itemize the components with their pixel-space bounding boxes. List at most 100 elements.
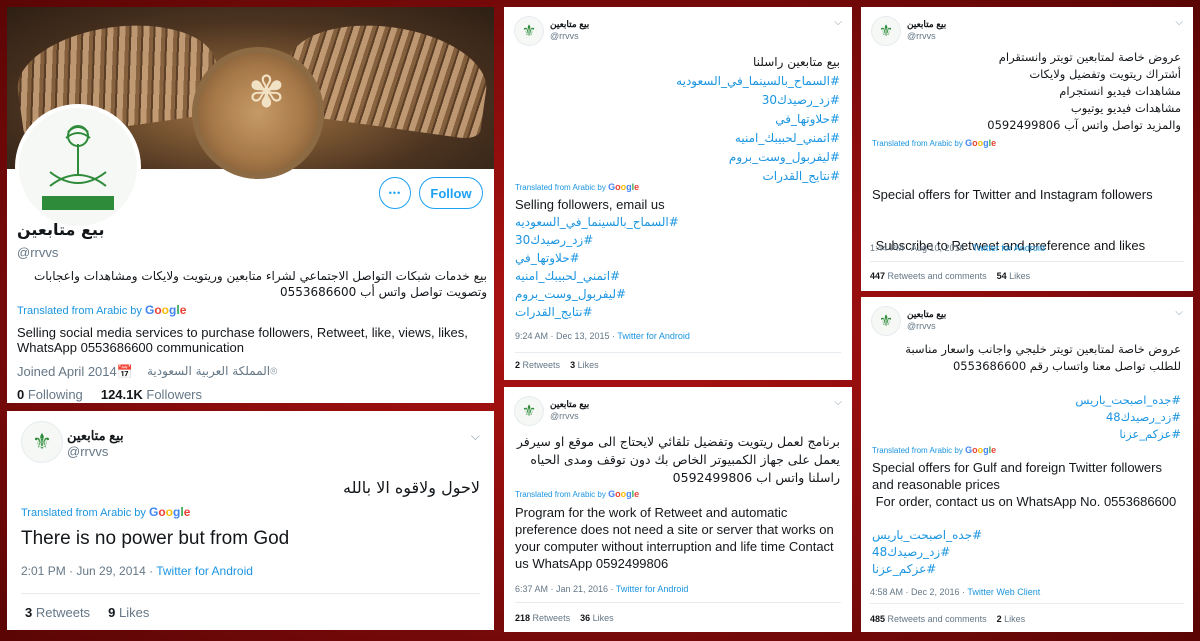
tweet-author-name[interactable]: بيع متابعين (67, 428, 124, 444)
tweet-author-handle[interactable]: @rrvvs (907, 321, 936, 331)
tweet-text-arabic: عروض خاصة لمتابعين تويتر وانستقرام أشترا… (987, 50, 1181, 132)
profile-card: ✾ ••• Follow بيع متابعين @rrvvs بيع خدما… (7, 7, 494, 403)
tweet-card: ⚜ بيع متابعين @rrvvs ⌵ عروض خاصة لمتابعي… (861, 297, 1193, 632)
chevron-down-icon[interactable]: ⌵ (1175, 17, 1183, 28)
tweet-text-arabic: بيع متابعين راسلنا #السماح_بالسينما_في_ا… (676, 53, 840, 186)
tweet-author-handle[interactable]: @rrvvs (907, 31, 936, 41)
hashtag-link[interactable]: #نتايج_القدرات (515, 303, 679, 321)
avatar[interactable]: ⚜ (871, 16, 901, 46)
following-link[interactable]: 0 Following (17, 387, 83, 402)
tweet-card: ⚜ بيع متابعين @rrvvs ⌵ برنامج لعمل ريتوي… (504, 387, 852, 632)
chevron-down-icon[interactable]: ⌵ (834, 17, 842, 28)
saudi-emblem-icon: ⚜ (878, 23, 894, 40)
divider (21, 593, 480, 594)
translation-attribution[interactable]: Translated from Arabic by Google (515, 489, 639, 499)
hashtag-link[interactable]: #زد_رصيدك48 (905, 409, 1181, 426)
tweet-stats: 3 Retweets 9 Likes (25, 605, 149, 620)
tweet-author-handle[interactable]: @rrvvs (67, 444, 108, 459)
google-logo: Google (608, 182, 640, 192)
location: المملكة العربية السعودية⌾ (147, 364, 278, 378)
hashtag-link[interactable]: #جده_اصبحت_باريس (905, 392, 1181, 409)
translation-attribution[interactable]: Translated from Arabic by Google (17, 303, 186, 317)
tweet-author-name[interactable]: بيع متابعين (550, 399, 589, 410)
hashtag-link[interactable]: #اتمني_لحبيبك_امنيه (676, 129, 840, 148)
tweet-source-link[interactable]: Twitter Web Client (967, 587, 1040, 597)
tweet-text-english: Selling followers, email us #السماح_بالس… (515, 197, 679, 321)
hashtag-link[interactable]: #حلاوتها_في (515, 249, 679, 267)
tweet-text-english: There is no power but from God (21, 528, 290, 549)
chevron-down-icon[interactable]: ⌵ (1175, 307, 1183, 318)
hashtag-link[interactable]: #زد_رصيدك30 (676, 91, 840, 110)
profile-display-name: بيع متابعين (17, 220, 105, 239)
tweet-source-link[interactable]: Twitter for Android (616, 584, 689, 594)
tweet-author-name[interactable]: بيع متابعين (907, 309, 946, 320)
tweet-timestamp: 2:01 PM · Jun 29, 2014 · Twitter for And… (21, 564, 253, 578)
likes-count[interactable]: 54 Likes (997, 271, 1031, 281)
tweet-card: ⚜ بيع متابعين @rrvvs ⌵ لاحول ولاقوه الا … (7, 411, 494, 630)
retweets-count[interactable]: 447 Retweets and comments (870, 271, 987, 281)
tweet-source-link[interactable]: Twitter for Android (972, 243, 1045, 253)
tweet-text-arabic: عروض خاصة لمتابعين تويتر خليجي واجانب وا… (905, 342, 1181, 443)
avatar[interactable]: ⚜ (514, 396, 544, 426)
google-logo: Google (965, 445, 997, 455)
tweet-timestamp: 4:58 AM · Dec 2, 2016 · Twitter Web Clie… (870, 587, 1041, 597)
saudi-emblem-icon: ⚜ (878, 313, 894, 330)
tweet-timestamp: 9:24 AM · Dec 13, 2015 · Twitter for And… (515, 331, 690, 341)
hashtag-link[interactable]: #جده_اصبحت_باريس (872, 527, 1181, 544)
translation-attribution[interactable]: Translated from Arabic by Google (872, 138, 996, 148)
tweet-card: ⚜ بيع متابعين @rrvvs ⌵ بيع متابعين راسلن… (504, 7, 852, 380)
avatar[interactable]: ⚜ (514, 16, 544, 46)
avatar[interactable] (15, 104, 141, 230)
tweet-text-english: Program for the work of Retweet and auto… (515, 505, 834, 571)
hashtag-link[interactable]: #اتمني_لحبيبك_امنيه (515, 267, 679, 285)
hashtag-link[interactable]: #ليفربول_وست_بروم (515, 285, 679, 303)
saudi-emblem-icon: ⚜ (521, 403, 537, 420)
hashtag-link[interactable]: #عزكم_عزنا (905, 426, 1181, 443)
hashtag-link[interactable]: #عزكم_عزنا (872, 561, 1181, 578)
chevron-down-icon[interactable]: ⌵ (834, 397, 842, 408)
google-logo: Google (608, 489, 640, 499)
tweet-source-link[interactable]: Twitter for Android (617, 331, 690, 341)
tweet-stats: 2 Retweets 3 Likes (515, 360, 599, 370)
retweets-count[interactable]: 2 Retweets (515, 360, 560, 370)
tweet-author-name[interactable]: بيع متابعين (550, 19, 589, 30)
likes-count[interactable]: 36 Likes (580, 613, 614, 623)
hashtag-link[interactable]: #زد_رصيدك30 (515, 231, 679, 249)
retweets-count[interactable]: 3 Retweets (25, 605, 90, 620)
divider (515, 352, 841, 353)
tweet-author-handle[interactable]: @rrvvs (550, 411, 579, 421)
translation-attribution[interactable]: Translated from Arabic by Google (21, 505, 190, 519)
likes-count[interactable]: 9 Likes (108, 605, 149, 620)
follow-counts: 0 Following 124.1K Followers (17, 387, 202, 402)
retweets-count[interactable]: 485 Retweets and comments (870, 614, 987, 624)
followers-link[interactable]: 124.1K Followers (101, 387, 202, 402)
avatar[interactable]: ⚜ (871, 306, 901, 336)
hashtag-link[interactable]: #ليفربول_وست_بروم (676, 148, 840, 167)
chevron-down-icon[interactable]: ⌵ (471, 429, 480, 444)
tweet-source-link[interactable]: Twitter for Android (156, 564, 253, 578)
tweet-stats: 485 Retweets and comments 2 Likes (870, 614, 1025, 624)
likes-count[interactable]: 3 Likes (570, 360, 599, 370)
translation-attribution[interactable]: Translated from Arabic by Google (515, 182, 639, 192)
hashtag-link[interactable]: #السماح_بالسينما_في_السعوديه (676, 72, 840, 91)
more-options-button[interactable]: ••• (379, 177, 411, 209)
tweet-author-handle[interactable]: @rrvvs (550, 31, 579, 41)
hashtag-link[interactable]: #نتايج_القدرات (676, 167, 840, 186)
avatar[interactable]: ⚜ (21, 421, 63, 463)
profile-bio-english: Selling social media services to purchas… (17, 325, 468, 355)
profile-handle[interactable]: @rrvvs (17, 245, 58, 260)
palm-icon: ✾ (248, 68, 285, 117)
retweets-count[interactable]: 218 Retweets (515, 613, 570, 623)
divider (870, 603, 1184, 604)
profile-bio-arabic: بيع خدمات شبكات التواصل الاجتماعي لشراء … (33, 269, 487, 299)
divider (870, 261, 1184, 262)
hashtag-link[interactable]: #حلاوتها_في (676, 110, 840, 129)
emblem-graphic: ✾ (192, 47, 324, 179)
likes-count[interactable]: 2 Likes (997, 614, 1026, 624)
saudi-emblem-icon (42, 125, 114, 210)
tweet-author-name[interactable]: بيع متابعين (907, 19, 946, 30)
translation-attribution[interactable]: Translated from Arabic by Google (872, 445, 996, 455)
hashtag-link[interactable]: #السماح_بالسينما_في_السعوديه (515, 213, 679, 231)
hashtag-link[interactable]: #زد_رصيدك48 (872, 544, 1181, 561)
follow-button[interactable]: Follow (419, 177, 483, 209)
